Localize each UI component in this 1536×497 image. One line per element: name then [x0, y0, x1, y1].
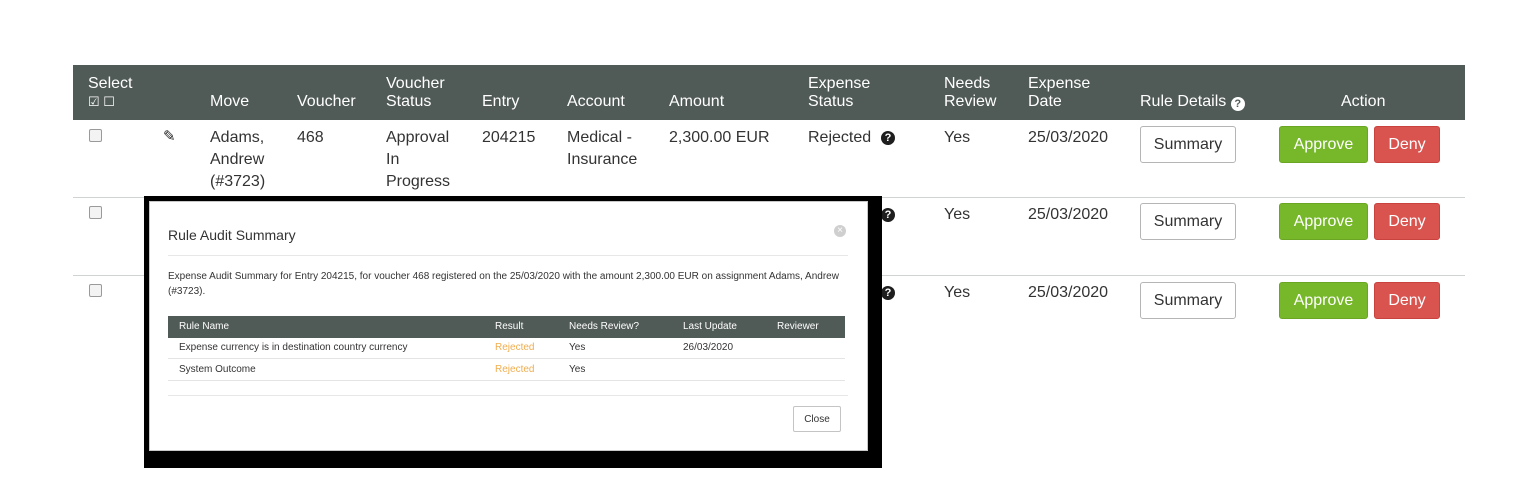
voucher-status-line1: Approval [386, 129, 450, 146]
row-checkbox[interactable] [89, 284, 102, 297]
move-name-line1: Adams, [210, 129, 265, 146]
entry-value: 204215 [482, 129, 536, 146]
deny-button[interactable]: Deny [1374, 203, 1440, 240]
summary-button[interactable]: Summary [1140, 282, 1236, 319]
col-result: Result [495, 321, 524, 332]
deny-button[interactable]: Deny [1374, 282, 1440, 319]
header-voucher-status-line1: Voucher [386, 75, 445, 92]
rule-needs-review: Yes [569, 364, 586, 375]
rule-name: System Outcome [179, 364, 256, 375]
rule-result: Rejected [495, 364, 535, 375]
close-circle-icon[interactable]: × [834, 225, 846, 237]
move-name-line3: (#3723) [210, 173, 266, 190]
header-expense-status-line1: Expense [808, 75, 871, 92]
move-name-line2: Andrew [210, 151, 265, 168]
col-last-update: Last Update [683, 321, 737, 332]
square-icon[interactable]: ☐ [103, 94, 115, 109]
modal-header-divider [168, 255, 848, 256]
header-rule-details: Rule Details ? [1140, 92, 1245, 111]
modal-description: Expense Audit Summary for Entry 204215, … [168, 271, 839, 297]
pencil-icon[interactable]: ✎ [163, 127, 176, 145]
audit-table-row: Expense currency is in destination count… [168, 338, 845, 359]
rule-last-update: 26/03/2020 [683, 342, 734, 353]
question-circle-icon[interactable]: ? [881, 131, 895, 145]
col-needs-review: Needs Review? [569, 321, 640, 332]
header-voucher-status-line2: Status [386, 93, 432, 110]
amount-value: 2,300.00 EUR [669, 129, 770, 146]
header-entry[interactable]: Entry [482, 92, 519, 111]
header-needs-review-line2: Review [944, 93, 997, 110]
expense-date-value: 25/03/2020 [1028, 284, 1109, 301]
col-reviewer: Reviewer [777, 321, 819, 332]
expense-date-value: 25/03/2020 [1028, 206, 1109, 223]
header-move[interactable]: Move [210, 92, 249, 111]
question-circle-icon[interactable]: ? [881, 208, 895, 222]
expense-status-value: Rejected [808, 129, 872, 146]
voucher-status-line3: Progress [386, 173, 451, 190]
account-line2: Insurance [567, 151, 638, 168]
rule-audit-modal: Rule Audit Summary × Expense Audit Summa… [149, 201, 868, 451]
voucher-value: 468 [297, 129, 324, 146]
question-circle-icon[interactable]: ? [1230, 97, 1245, 111]
voucher-status-line2: In [386, 151, 400, 168]
audit-table-header: Rule Name Result Needs Review? Last Upda… [168, 316, 845, 338]
account-line1: Medical - [567, 129, 632, 146]
header-needs-review-line1: Needs [944, 75, 991, 92]
row-checkbox[interactable] [89, 206, 102, 219]
header-expense-date-line2: Date [1028, 93, 1062, 110]
expense-date-value: 25/03/2020 [1028, 129, 1109, 146]
header-account[interactable]: Account [567, 92, 625, 111]
deny-button[interactable]: Deny [1374, 126, 1440, 163]
approve-button[interactable]: Approve [1279, 126, 1368, 163]
select-toggles: ☑ ☐ [88, 92, 115, 111]
question-circle-icon[interactable]: ? [881, 286, 895, 300]
header-select: Select [88, 75, 133, 92]
header-voucher[interactable]: Voucher [297, 92, 356, 111]
table-header: Select ☑ ☐ Move Voucher Voucher Status E… [73, 65, 1465, 120]
needs-review-value: Yes [944, 206, 971, 223]
rule-details-label: Rule Details [1140, 93, 1227, 110]
row-checkbox[interactable] [89, 129, 102, 142]
approve-button[interactable]: Approve [1279, 203, 1368, 240]
approve-button[interactable]: Approve [1279, 282, 1368, 319]
header-expense-date-line1: Expense [1028, 75, 1091, 92]
header-amount[interactable]: Amount [669, 92, 724, 111]
needs-review-value: Yes [944, 129, 971, 146]
modal-close-button[interactable]: Close [793, 406, 841, 432]
summary-button[interactable]: Summary [1140, 126, 1236, 163]
summary-button[interactable]: Summary [1140, 203, 1236, 240]
col-rule-name: Rule Name [179, 321, 230, 332]
check-square-icon[interactable]: ☑ [88, 94, 100, 109]
modal-footer-divider [168, 395, 848, 396]
modal-title: Rule Audit Summary [168, 227, 296, 243]
rule-needs-review: Yes [569, 342, 586, 353]
header-expense-status-line2: Status [808, 93, 854, 110]
header-action: Action [1341, 93, 1386, 110]
needs-review-value: Yes [944, 284, 971, 301]
rule-name: Expense currency is in destination count… [179, 342, 408, 353]
audit-table-row: System Outcome Rejected Yes [168, 360, 845, 381]
rule-result: Rejected [495, 342, 535, 353]
